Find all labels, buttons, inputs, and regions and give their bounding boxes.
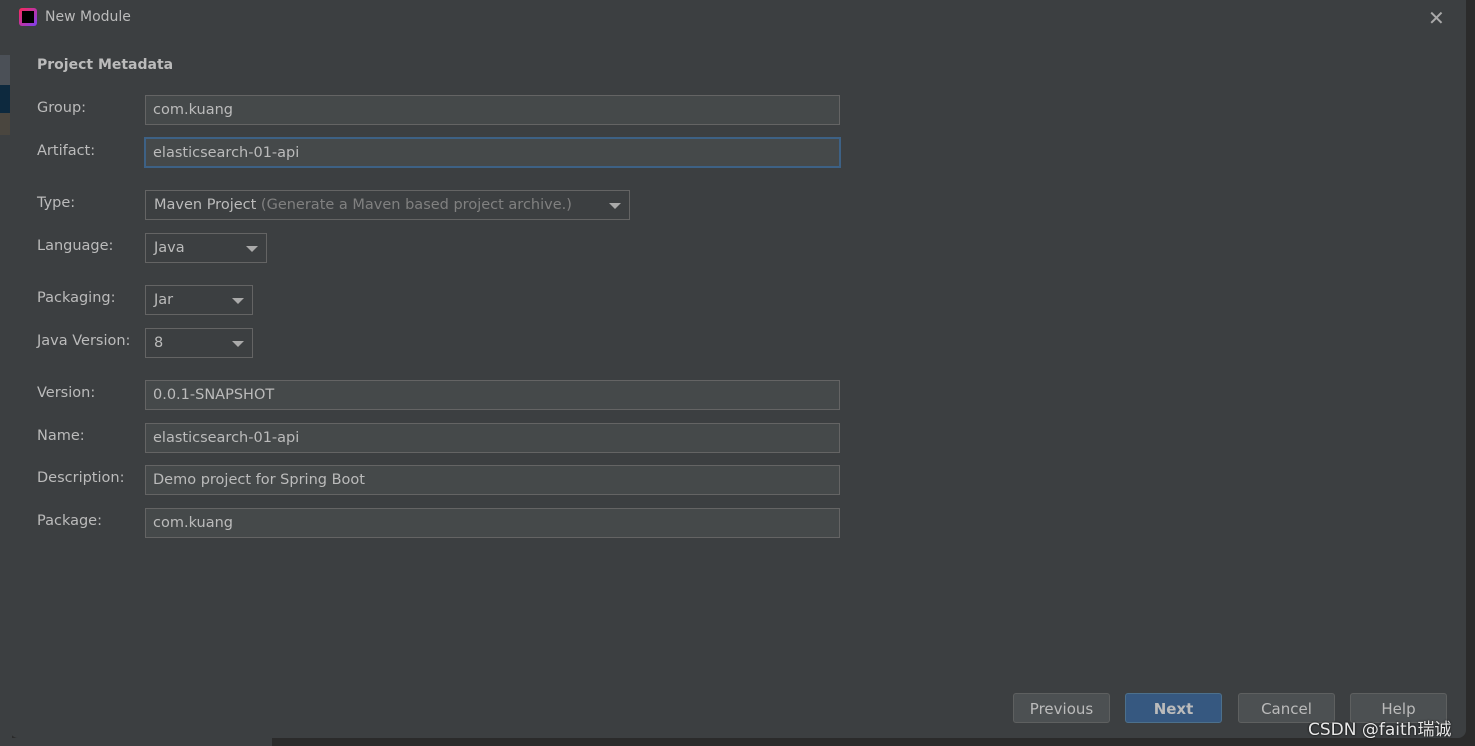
previous-button[interactable]: Previous: [1013, 693, 1110, 723]
package-input[interactable]: com.kuang: [145, 508, 840, 538]
group-label: Group:: [37, 100, 87, 116]
type-hint: (Generate a Maven based project archive.…: [260, 197, 572, 213]
artifact-label: Artifact:: [37, 143, 96, 159]
type-label: Type:: [37, 195, 76, 211]
type-value: Maven Project: [154, 197, 257, 213]
dialog-title: New Module: [45, 9, 131, 25]
java-version-select[interactable]: 8: [145, 328, 253, 358]
dialog-title-bar: New Module: [19, 8, 131, 26]
new-module-dialog: New Module ✕ Project Metadata Group: com…: [10, 0, 1466, 738]
chevron-down-icon: [232, 298, 244, 304]
description-label: Description:: [37, 470, 125, 486]
description-input[interactable]: Demo project for Spring Boot: [145, 465, 840, 495]
chevron-down-icon: [246, 246, 258, 252]
name-input[interactable]: elasticsearch-01-api: [145, 423, 840, 453]
language-select[interactable]: Java: [145, 233, 267, 263]
section-heading: Project Metadata: [37, 57, 174, 73]
packaging-value: Jar: [154, 292, 174, 308]
name-label: Name:: [37, 428, 85, 444]
background-strip: [0, 738, 272, 746]
java-version-label: Java Version:: [37, 333, 131, 349]
package-label: Package:: [37, 513, 102, 529]
packaging-label: Packaging:: [37, 290, 116, 306]
close-icon[interactable]: ✕: [1428, 6, 1445, 30]
chevron-down-icon: [609, 203, 621, 209]
packaging-select[interactable]: Jar: [145, 285, 253, 315]
intellij-logo-icon: [19, 8, 37, 26]
version-label: Version:: [37, 385, 96, 401]
group-input[interactable]: com.kuang: [145, 95, 840, 125]
next-button[interactable]: Next: [1125, 693, 1222, 723]
version-input[interactable]: 0.0.1-SNAPSHOT: [145, 380, 840, 410]
watermark: CSDN @faith瑞诚: [1308, 720, 1452, 740]
chevron-down-icon: [232, 341, 244, 347]
type-select[interactable]: Maven Project (Generate a Maven based pr…: [145, 190, 630, 220]
artifact-input[interactable]: elasticsearch-01-api: [144, 137, 841, 168]
java-version-value: 8: [154, 335, 164, 351]
language-value: Java: [154, 240, 185, 256]
language-label: Language:: [37, 238, 114, 254]
